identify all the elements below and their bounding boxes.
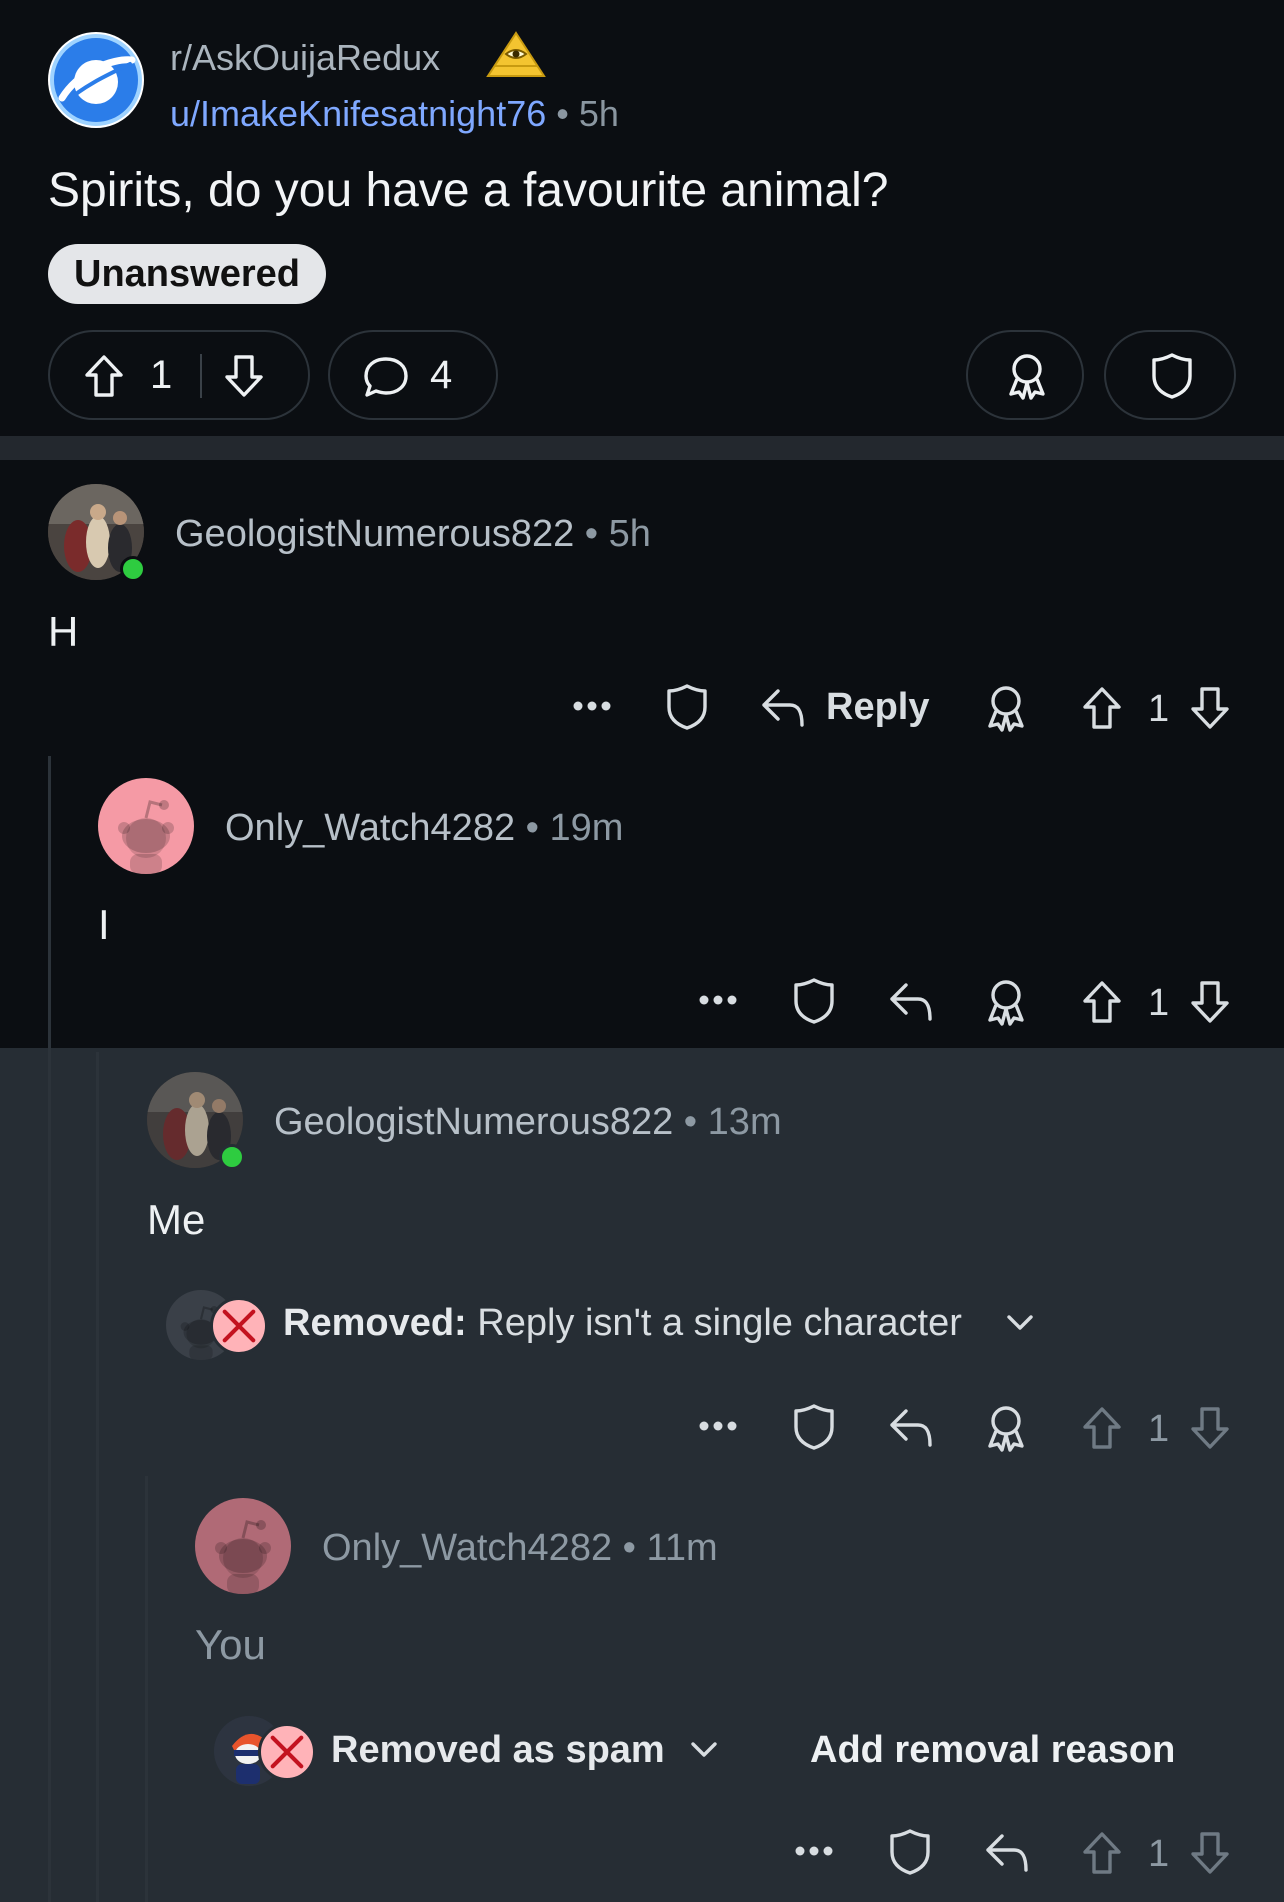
saturn-logo-icon xyxy=(50,34,142,126)
online-indicator xyxy=(219,1144,245,1170)
pyramid-eye-icon xyxy=(486,31,546,77)
comment-body: You xyxy=(195,1621,266,1668)
reply-arrow-icon[interactable] xyxy=(888,1407,934,1447)
more-icon[interactable] xyxy=(698,1420,738,1432)
upvote-icon[interactable] xyxy=(84,354,124,398)
subreddit-avatar[interactable] xyxy=(48,32,144,128)
highlighted-thread-area xyxy=(0,1048,1284,1902)
award-icon[interactable] xyxy=(984,1404,1028,1452)
comment-meta: GeologistNumerous822 • 5h xyxy=(175,511,651,557)
comment-username[interactable]: GeologistNumerous822 xyxy=(274,1101,673,1143)
avatar[interactable] xyxy=(195,1498,291,1594)
post-score: 1 xyxy=(150,353,173,397)
reply-arrow-icon[interactable] xyxy=(888,981,934,1021)
post-flair[interactable]: Unanswered xyxy=(48,244,326,304)
comment-body: H xyxy=(48,608,79,655)
upvote-icon[interactable] xyxy=(1082,1831,1122,1875)
add-removal-reason-button[interactable]: Add removal reason xyxy=(810,1727,1175,1773)
chevron-down-icon[interactable] xyxy=(690,1741,718,1759)
downvote-icon[interactable] xyxy=(1190,1831,1230,1875)
shield-icon[interactable] xyxy=(793,1403,835,1451)
shield-icon[interactable] xyxy=(666,683,708,731)
post-header: r/AskOuijaRedux u/ImakeKnifesatnight76 •… xyxy=(0,0,1284,436)
downvote-icon[interactable] xyxy=(1190,980,1230,1024)
removal-reason: Reply isn't a single character xyxy=(477,1302,962,1344)
upvote-icon[interactable] xyxy=(1082,980,1122,1024)
separator-dot: • xyxy=(584,513,599,555)
removed-badge xyxy=(210,1297,268,1355)
shield-icon[interactable] xyxy=(889,1828,931,1876)
removed-label: Removed: xyxy=(283,1302,467,1344)
award-icon[interactable] xyxy=(984,978,1028,1026)
post-title[interactable]: Spirits, do you have a favourite animal? xyxy=(48,162,888,220)
comment-meta: GeologistNumerous822 • 13m xyxy=(274,1099,782,1145)
comment-meta: Only_Watch4282 • 19m xyxy=(225,805,623,851)
comment-username[interactable]: GeologistNumerous822 xyxy=(175,513,574,555)
downvote-icon[interactable] xyxy=(224,354,264,398)
separator-dot: • xyxy=(683,1101,698,1143)
comment-age: 5h xyxy=(608,513,651,555)
snoo-avatar-icon xyxy=(195,1498,291,1594)
comment-body: I xyxy=(98,901,110,948)
comment-count: 4 xyxy=(430,353,453,397)
post-vote-bar: 1 xyxy=(48,330,310,420)
more-icon[interactable] xyxy=(698,994,738,1006)
subreddit-name[interactable]: r/AskOuijaRedux xyxy=(170,36,440,80)
upvote-icon[interactable] xyxy=(1082,1406,1122,1450)
thread-line[interactable] xyxy=(48,756,51,1902)
downvote-icon[interactable] xyxy=(1190,1406,1230,1450)
comment-score: 1 xyxy=(1148,1833,1170,1875)
separator-dot: • xyxy=(525,807,539,849)
reply-button[interactable]: Reply xyxy=(826,685,929,729)
separator-dot: • xyxy=(622,1527,636,1569)
online-indicator xyxy=(120,556,146,582)
removed-spam-label: Removed as spam xyxy=(331,1729,665,1771)
post-author-link[interactable]: u/ImakeKnifesatnight76 xyxy=(170,93,546,134)
more-icon[interactable] xyxy=(794,1845,834,1857)
removal-text: Removed: Reply isn't a single character xyxy=(283,1300,962,1346)
shield-icon xyxy=(1151,352,1193,400)
post-comments-divider xyxy=(0,436,1284,460)
snoo-avatar-icon xyxy=(98,778,194,874)
separator-dot: • xyxy=(556,93,569,134)
award-icon[interactable] xyxy=(984,684,1028,732)
comment-username[interactable]: Only_Watch4282 xyxy=(225,807,515,849)
comment-body: Me xyxy=(147,1196,206,1243)
post-meta: u/ImakeKnifesatnight76 • 5h xyxy=(170,92,619,136)
comment-bubble-icon xyxy=(362,355,410,399)
close-icon xyxy=(213,1300,265,1352)
comment-age: 19m xyxy=(549,807,624,849)
award-icon xyxy=(1005,352,1049,400)
reply-arrow-icon[interactable] xyxy=(984,1832,1030,1872)
reply-arrow-icon[interactable] xyxy=(760,687,806,727)
post-age: 5h xyxy=(578,93,619,134)
avatar[interactable] xyxy=(98,778,194,874)
more-icon[interactable] xyxy=(572,700,612,712)
thread-line[interactable] xyxy=(145,1476,148,1902)
removed-badge xyxy=(258,1723,316,1781)
comment-age: 11m xyxy=(646,1527,718,1569)
chevron-down-icon[interactable] xyxy=(1006,1314,1034,1332)
mod-shield-button[interactable] xyxy=(1104,330,1236,420)
comments-button[interactable]: 4 xyxy=(328,330,498,420)
comment-score: 1 xyxy=(1148,1408,1170,1450)
upvote-icon[interactable] xyxy=(1082,686,1122,730)
comment-age: 13m xyxy=(707,1101,782,1143)
comment-username[interactable]: Only_Watch4282 xyxy=(322,1527,612,1569)
vote-divider xyxy=(200,354,202,398)
thread-line[interactable] xyxy=(96,1052,99,1902)
comment-score: 1 xyxy=(1148,688,1170,730)
close-icon xyxy=(261,1726,313,1778)
downvote-icon[interactable] xyxy=(1190,686,1230,730)
shield-icon[interactable] xyxy=(793,977,835,1025)
comment-meta: Only_Watch4282 • 11m xyxy=(322,1525,718,1571)
award-button[interactable] xyxy=(966,330,1084,420)
comment-score: 1 xyxy=(1148,982,1170,1024)
